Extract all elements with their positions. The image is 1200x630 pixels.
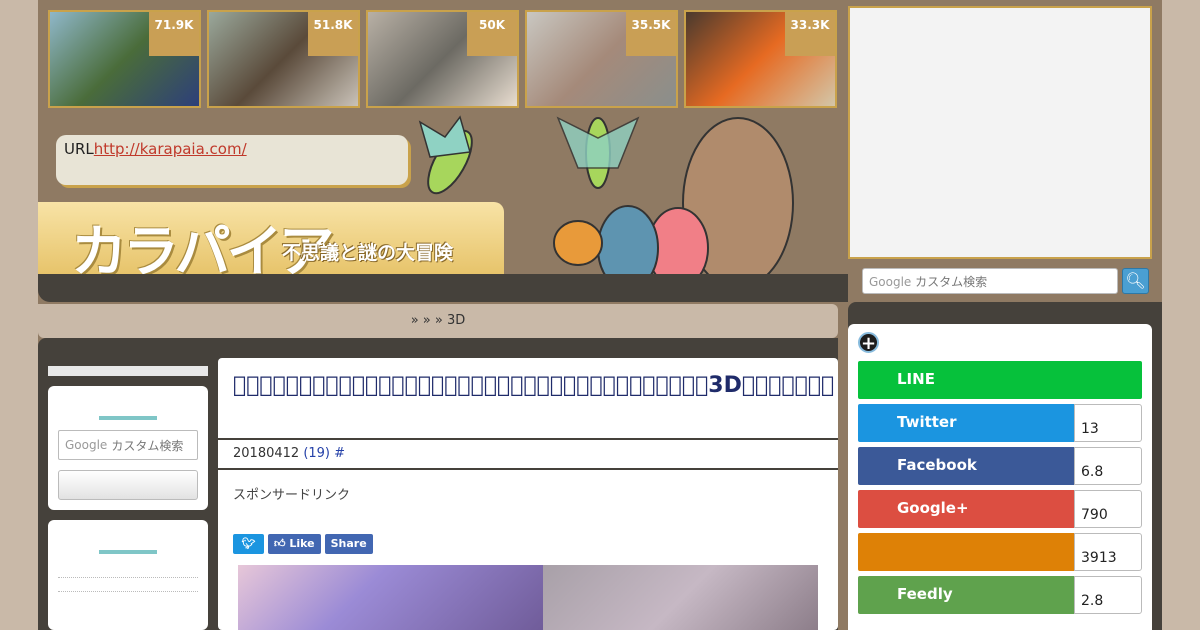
share-service-label[interactable]: Facebook — [858, 447, 1074, 485]
view-count-badge: 50K — [467, 12, 517, 56]
mascot-illustration — [553, 116, 794, 291]
thumbnail-item[interactable]: 50K — [366, 10, 519, 108]
share-row[interactable]: Twitter 13 — [858, 404, 1142, 442]
google-label: Google — [65, 438, 108, 452]
plus-icon[interactable]: + — [858, 332, 879, 354]
comments-link[interactable]: (19) — [303, 446, 330, 461]
section-divider — [99, 416, 157, 420]
left-sidebar: Google カスタム検索 — [48, 366, 208, 630]
like-label: Like — [289, 537, 315, 550]
search-button[interactable] — [58, 470, 198, 500]
share-count: 3913 — [1074, 533, 1142, 571]
site-tagline: 不思議と謎の大冒険 — [282, 242, 454, 264]
sidebar-strip — [48, 366, 208, 376]
article-image — [238, 565, 818, 630]
hash-link[interactable]: # — [334, 446, 345, 461]
thumbs-up-icon: 👍︎ — [274, 537, 286, 550]
site-logo[interactable]: カラパイア 不思議と謎の大冒険 — [38, 202, 504, 285]
share-count: 6.8 — [1074, 447, 1142, 485]
list-item[interactable] — [58, 578, 198, 592]
search-input[interactable]: Google カスタム検索 — [58, 430, 198, 460]
share-service-label[interactable]: Twitter — [858, 404, 1074, 442]
tweet-button[interactable]: 🐦︎ — [233, 534, 264, 554]
breadcrumb: » » » 3D — [38, 304, 838, 338]
article-share-buttons: 🐦︎ 👍︎ Like Share — [233, 534, 373, 554]
share-row[interactable]: LINE — [858, 361, 1142, 399]
article-title:                                     3D  … — [218, 358, 838, 440]
thumbnail-item[interactable]: 35.5K — [525, 10, 678, 108]
thumbnail-item[interactable]: 71.9K — [48, 10, 201, 108]
article-image-left — [238, 565, 544, 630]
facebook-like-button[interactable]: 👍︎ Like — [268, 534, 321, 554]
article-image-right — [543, 565, 818, 630]
url-label: URL — [64, 140, 94, 158]
twitter-bird-icon: 🐦︎ — [241, 537, 256, 550]
share-row[interactable]: Facebook 6.8 — [858, 447, 1142, 485]
article-card:                                     3D  … — [218, 358, 838, 630]
share-label: Share — [330, 537, 367, 550]
view-count-badge: 33.3K — [785, 12, 835, 56]
view-count-badge: 71.9K — [149, 12, 199, 56]
thumbnail-item[interactable]: 33.3K — [684, 10, 837, 108]
search-placeholder: カスタム検索 — [111, 438, 184, 453]
view-count-badge: 51.8K — [308, 12, 358, 56]
google-label: Google — [869, 275, 912, 289]
right-search-input[interactable]: Google カスタム検索 — [862, 268, 1118, 294]
ad-slot[interactable] — [848, 6, 1152, 259]
site-url-link[interactable]: http://karapaia.com/ — [94, 140, 247, 158]
sidebar-list-card — [48, 520, 208, 630]
view-count-badge: 35.5K — [626, 12, 676, 56]
share-service-label[interactable]: Feedly — [858, 576, 1074, 614]
search-icon[interactable]: 🔍︎ — [1122, 268, 1149, 294]
share-service-label[interactable]: Google+ — [858, 490, 1074, 528]
section-divider — [99, 550, 157, 554]
share-row[interactable]: 3913 — [858, 533, 1142, 571]
article-meta: 20180412 (19) # — [218, 440, 838, 470]
fairy-mascot-icon — [418, 115, 473, 195]
sponsor-label: スポンサードリンク — [233, 488, 351, 503]
header-dark-band — [38, 274, 848, 302]
search-placeholder: カスタム検索 — [915, 275, 988, 289]
share-count: 2.8 — [1074, 576, 1142, 614]
share-list: LINE Twitter 13 Facebook 6.8 Google+ 790 3913 Fe… — [858, 361, 1142, 614]
popular-thumbnails: 71.9K 51.8K 50K 35.5K 33.3K — [48, 10, 837, 108]
share-count: 790 — [1074, 490, 1142, 528]
share-service-label[interactable] — [858, 533, 1074, 571]
url-speech-bubble: URLhttp://karapaia.com/ — [56, 135, 408, 185]
share-panel: + LINE Twitter 13 Facebook 6.8 Google+ 790 3913… — [848, 324, 1152, 630]
share-service-label[interactable]: LINE — [858, 361, 1142, 399]
list-item[interactable] — [58, 564, 198, 578]
article-date: 20180412 — [233, 446, 300, 461]
thumbnail-item[interactable]: 51.8K — [207, 10, 360, 108]
share-count: 13 — [1074, 404, 1142, 442]
share-row[interactable]: Feedly 2.8 — [858, 576, 1142, 614]
sidebar-search-card: Google カスタム検索 — [48, 386, 208, 510]
share-row[interactable]: Google+ 790 — [858, 490, 1142, 528]
facebook-share-button[interactable]: Share — [324, 534, 373, 554]
